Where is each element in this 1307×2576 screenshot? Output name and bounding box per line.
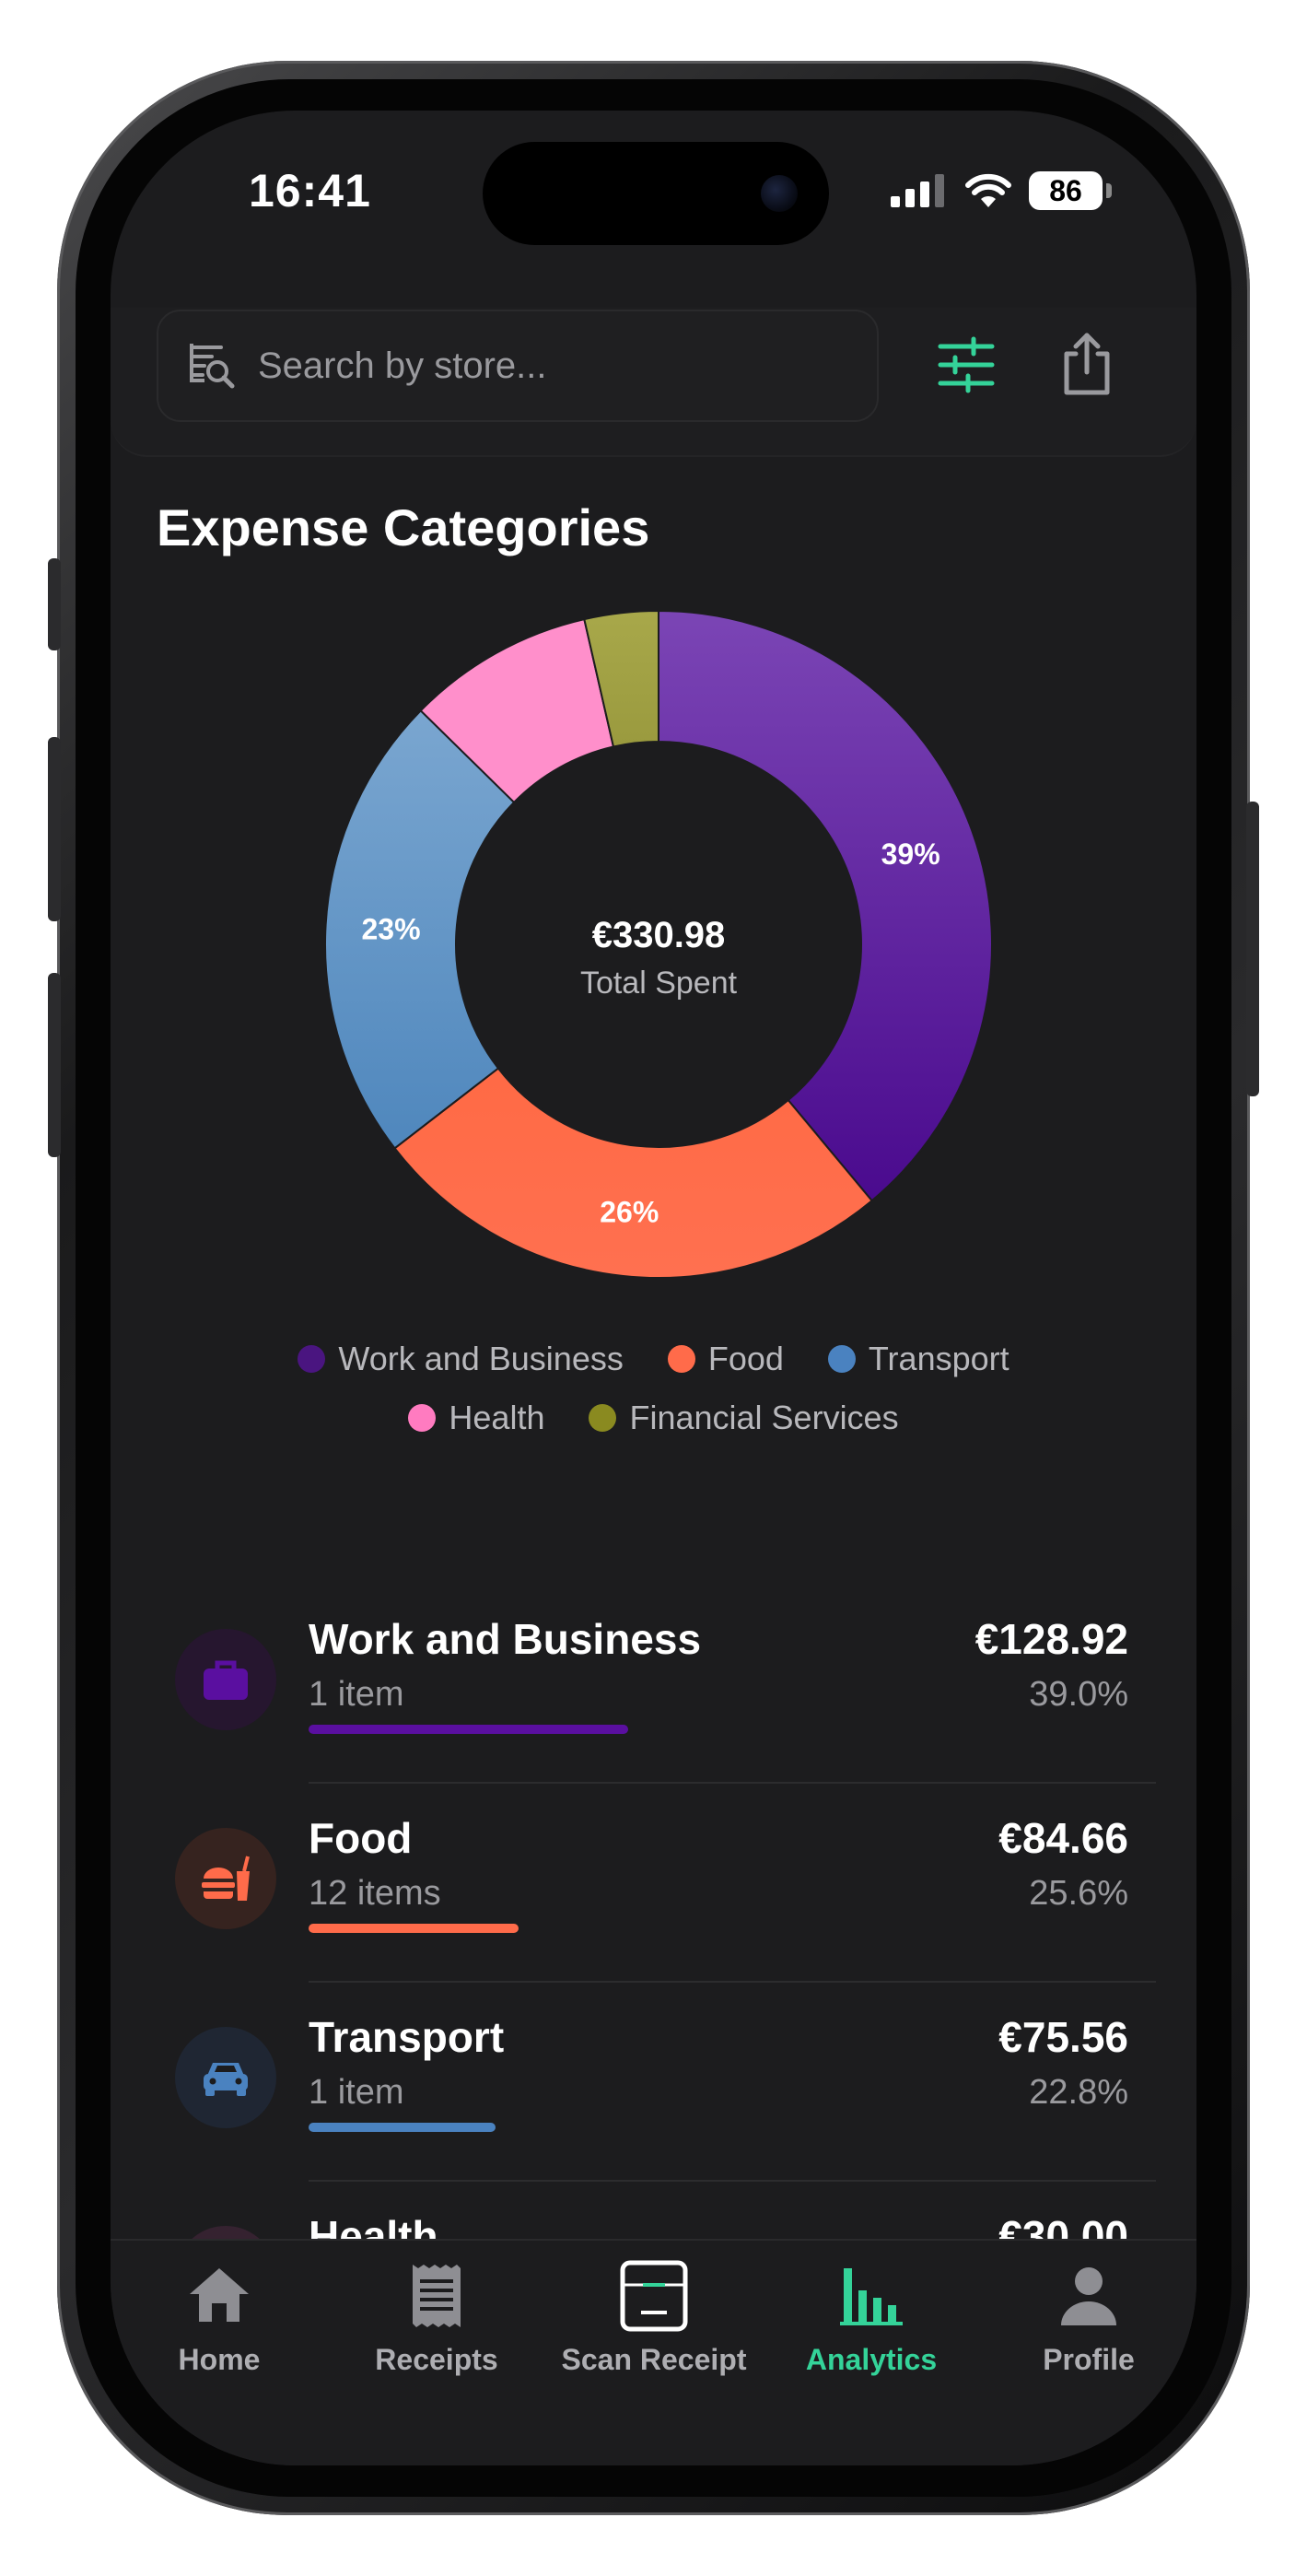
legend-dot <box>298 1345 326 1373</box>
share-icon[interactable] <box>1059 332 1114 396</box>
category-amount: €128.92 <box>974 1615 1128 1663</box>
category-percent: 39.0% <box>1029 1675 1128 1714</box>
category-amount: €75.56 <box>998 2013 1128 2061</box>
legend-label: Work and Business <box>338 1340 624 1377</box>
tab-label: Receipts <box>375 2343 498 2376</box>
section-title: Expense Categories <box>157 498 650 556</box>
category-item-count: 1 item <box>309 2073 404 2112</box>
volume-up-button <box>48 737 61 921</box>
legend-row: Work and Business Food Transport <box>298 1340 1009 1378</box>
search-box[interactable] <box>157 310 879 422</box>
status-time: 16:41 <box>249 165 371 217</box>
legend-dot <box>408 1404 437 1432</box>
donut-slice-label: 26% <box>600 1195 659 1228</box>
legend-dot <box>827 1345 856 1373</box>
donut-center-value: €330.98 <box>592 915 726 955</box>
category-row[interactable]: Transport 1 item €75.56 22.8% <box>111 1983 1196 2182</box>
profile-icon <box>1052 2259 1126 2337</box>
legend-item: Transport <box>827 1340 1009 1378</box>
legend-dot <box>589 1404 617 1432</box>
donut-svg: 39% 26% 23% €330.98 Total Spent <box>324 609 993 1279</box>
expense-donut-chart: 39% 26% 23% €330.98 Total Spent <box>322 608 995 1281</box>
camera-icon <box>761 175 798 212</box>
legend-label: Health <box>449 1399 545 1436</box>
app-screen: 16:41 86 Search by store... Expense Cate… <box>111 111 1196 2465</box>
tab-scan-receipt[interactable]: Scan Receipt <box>545 2259 763 2377</box>
tab-label: Home <box>178 2343 261 2376</box>
category-share-bar <box>309 2123 496 2132</box>
tab-label: Profile <box>1043 2343 1135 2376</box>
category-name: Food <box>309 1814 413 1862</box>
car-icon <box>175 2027 276 2128</box>
category-amount: €84.66 <box>998 1814 1128 1862</box>
filter-sliders-icon[interactable] <box>937 335 996 394</box>
bar-chart-icon <box>834 2259 908 2337</box>
category-row[interactable]: Work and Business 1 item €128.92 39.0% <box>111 1585 1196 1784</box>
home-icon <box>182 2259 256 2337</box>
dynamic-island <box>483 142 829 245</box>
category-share-bar <box>309 1725 628 1734</box>
chart-legend: Work and Business Food Transport Health Fin… <box>111 1340 1196 1437</box>
legend-label: Financial Services <box>629 1399 899 1436</box>
receipt-icon <box>400 2259 473 2337</box>
cellular-signal-icon <box>891 174 944 207</box>
tab-label: Scan Receipt <box>561 2343 747 2376</box>
action-button <box>48 558 61 650</box>
category-item-count: 12 items <box>309 1874 441 1913</box>
scan-icon <box>617 2259 691 2337</box>
wifi-icon <box>965 173 1011 207</box>
category-percent: 22.8% <box>1029 2073 1128 2112</box>
tab-analytics[interactable]: Analytics <box>763 2259 980 2377</box>
volume-down-button <box>48 973 61 1157</box>
category-share-bar <box>309 1924 519 1933</box>
tab-receipts[interactable]: Receipts <box>328 2259 545 2377</box>
category-row[interactable]: Food 12 items €84.66 25.6% <box>111 1784 1196 1983</box>
search-input[interactable] <box>256 344 849 388</box>
category-item-count: 1 item <box>309 1675 404 1714</box>
status-icons: 86 <box>889 171 1112 210</box>
briefcase-icon <box>175 1629 276 1730</box>
tab-label: Analytics <box>805 2343 938 2376</box>
tab-home[interactable]: Home <box>111 2259 328 2377</box>
donut-slice-label: 23% <box>361 913 420 946</box>
donut-slice-work-and-business <box>658 609 993 1202</box>
legend-label: Transport <box>868 1340 1009 1377</box>
donut-slice-label: 39% <box>881 837 940 871</box>
tab-bar: Home Receipts Scan Receipt Analytics Profile <box>111 2239 1196 2465</box>
receipt-search-icon <box>190 344 235 389</box>
legend-item: Financial Services <box>589 1399 899 1437</box>
category-percent: 25.6% <box>1029 1874 1128 1913</box>
legend-item: Health <box>408 1399 544 1437</box>
category-name: Work and Business <box>309 1615 702 1663</box>
power-button <box>1246 802 1259 1096</box>
battery-indicator: 86 <box>1029 171 1112 210</box>
legend-dot <box>667 1345 695 1373</box>
legend-item: Work and Business <box>298 1340 624 1378</box>
fast-food-icon <box>175 1828 276 1929</box>
legend-row: Health Financial Services <box>408 1399 899 1437</box>
tab-profile[interactable]: Profile <box>980 2259 1196 2377</box>
legend-label: Food <box>707 1340 784 1377</box>
category-name: Transport <box>309 2013 505 2061</box>
legend-item: Food <box>667 1340 784 1378</box>
donut-center-label: Total Spent <box>580 966 738 1001</box>
